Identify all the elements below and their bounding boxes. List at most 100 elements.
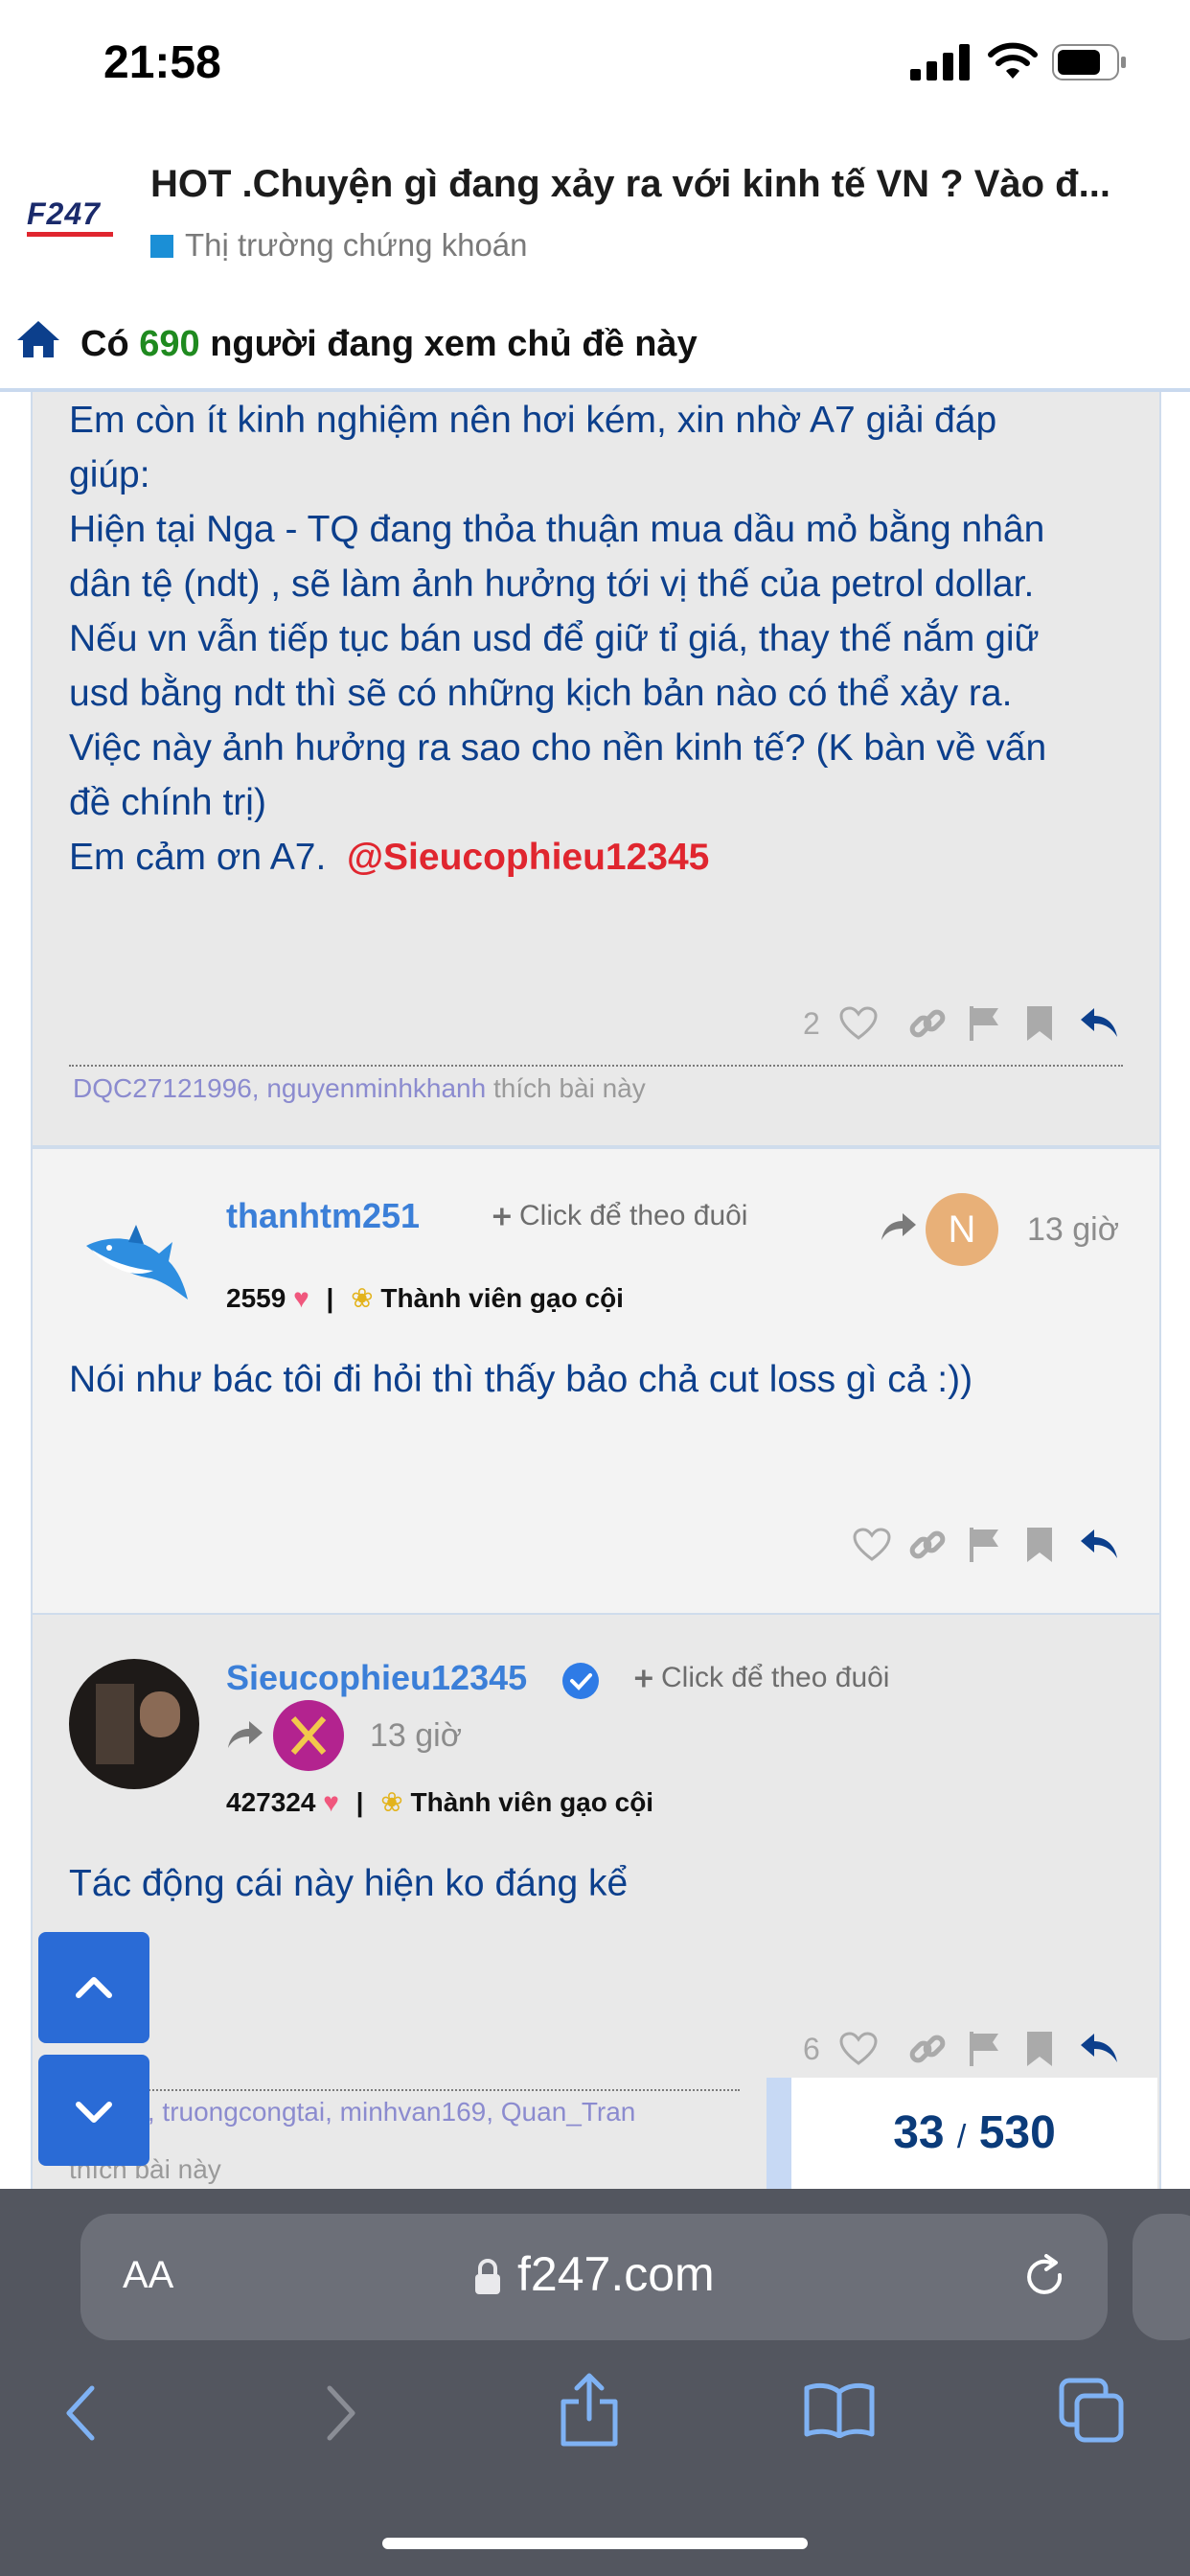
share-arrow-icon — [881, 1213, 916, 1240]
post-1-likers: DQC27121996, nguyenminhkhanh thích bài n… — [73, 1073, 646, 1104]
rank: Thành viên gạo cội — [410, 1787, 654, 1817]
scroll-down-button[interactable] — [38, 2055, 149, 2166]
heart-icon[interactable] — [839, 2032, 878, 2066]
reply-icon[interactable] — [1079, 2032, 1119, 2066]
post-1-line: Em còn ít kinh nghiệm nên hơi kém, xin n… — [69, 400, 997, 441]
book-cover — [96, 1684, 134, 1764]
share-icon[interactable] — [558, 2371, 621, 2448]
post-1-thanks-line: Em cảm ơn A7. @Sieucophieu12345 — [69, 830, 1142, 885]
link-icon[interactable] — [908, 1004, 947, 1043]
post-3-follow[interactable]: ➕︎ Click để theo đuôi — [634, 1662, 889, 1694]
post-3-divider — [69, 2089, 740, 2091]
scroll-up-button[interactable] — [38, 1932, 149, 2043]
category-square-icon — [150, 235, 173, 258]
forward-icon[interactable] — [320, 2384, 362, 2442]
post-1-line: dân tệ (ndt) , sẽ làm ảnh hưởng tới vị t… — [69, 564, 1035, 605]
post-2-body: Nói như bác tôi đi hỏi thì thấy bảo chả … — [69, 1359, 973, 1400]
mention-link[interactable]: @Sieucophieu12345 — [347, 837, 709, 878]
liker-link[interactable]: nguyenminhkhanh — [266, 1073, 486, 1103]
post-3-likers[interactable]: on_78, truongcongtai, minhvan169, Quan_T… — [73, 2097, 744, 2128]
home-icon[interactable] — [15, 319, 61, 359]
chevron-down-icon — [76, 2102, 112, 2123]
post-1-line: usd bằng ndt thì sẽ có những kịch bản nà… — [69, 673, 1013, 714]
post-1-line: Việc này ảnh hưởng ra sao cho nền kinh t… — [69, 727, 1047, 769]
bookmark-icon[interactable] — [1025, 1004, 1054, 1043]
score: 2559 — [226, 1283, 286, 1313]
likers-suffix: thích bài này — [492, 1073, 646, 1103]
current-page: 33 — [893, 2107, 945, 2158]
chevron-up-icon — [76, 1977, 112, 1998]
logo-underline — [27, 232, 113, 237]
post-1-line: giúp: — [69, 454, 150, 495]
next-tab-peek[interactable] — [1133, 2214, 1190, 2340]
flag-icon[interactable] — [968, 1004, 1002, 1043]
post-3-time[interactable]: 13 giờ — [370, 1717, 462, 1755]
site-logo[interactable]: F247 — [27, 196, 123, 237]
viewers-suffix: người đang xem chủ đề này — [210, 324, 698, 364]
post-2-follow[interactable]: ➕︎ Click để theo đuôi — [492, 1200, 747, 1232]
total-pages: 530 — [978, 2107, 1056, 2158]
post-3-body: Tác động cái này hiện ko đáng kể — [69, 1863, 629, 1904]
reply-icon[interactable] — [1079, 1528, 1119, 1562]
post-3-username[interactable]: Sieucophieu12345 — [226, 1658, 527, 1698]
wifi-icon — [988, 42, 1038, 79]
heart-icon[interactable] — [853, 1528, 891, 1562]
cellular-signal-icon — [910, 44, 970, 80]
thanks-text: Em cảm ơn A7. — [69, 837, 327, 878]
heart-icon: ♥ — [323, 1787, 339, 1817]
shark-avatar[interactable] — [80, 1208, 195, 1313]
tabs-icon[interactable] — [1058, 2377, 1125, 2444]
category-label: Thị trường chứng khoán — [185, 227, 528, 263]
flag-icon[interactable] — [968, 2030, 1002, 2068]
flag-icon[interactable] — [968, 1526, 1002, 1564]
battery-icon — [1052, 44, 1126, 80]
link-icon[interactable] — [908, 2030, 947, 2068]
post-1-body: Em còn ít kinh nghiệm nên hơi kém, xin n… — [69, 393, 1142, 885]
post-2-username[interactable]: thanhtm251 — [226, 1196, 420, 1236]
post-1-divider — [69, 1065, 1123, 1067]
viewers-count: 690 — [139, 324, 200, 364]
follow-label: Click để theo đuôi — [661, 1662, 890, 1693]
bookmarks-icon[interactable] — [803, 2380, 876, 2438]
thread-title[interactable]: HOT .Chuyện gì đang xảy ra với kinh tế V… — [150, 163, 1156, 206]
url-text[interactable]: f247.com — [517, 2246, 715, 2302]
bookmark-icon[interactable] — [1025, 2030, 1054, 2068]
score: 427324 — [226, 1787, 316, 1817]
share-arrow-icon — [228, 1721, 263, 1748]
viewers-text: Có 690 người đang xem chủ đề này — [80, 324, 698, 365]
sieucophieu-avatar[interactable] — [69, 1659, 199, 1789]
medal-icon: ❀ — [351, 1283, 374, 1313]
separator: | — [326, 1283, 334, 1313]
reply-to-avatar[interactable]: N — [926, 1193, 998, 1266]
reply-icon[interactable] — [1079, 1006, 1119, 1041]
post-1-line: Hiện tại Nga - TQ đang thỏa thuận mua dầ… — [69, 509, 1045, 550]
add-user-icon: ➕︎ — [492, 1202, 512, 1230]
face-shape — [140, 1691, 180, 1737]
home-indicator — [382, 2538, 808, 2549]
page-counter[interactable]: 33 / 530 — [767, 2078, 1157, 2189]
add-user-icon: ➕︎ — [634, 1664, 653, 1692]
verified-badge-icon — [562, 1663, 599, 1699]
viewers-prefix: Có — [80, 324, 129, 364]
post-1-line: Nếu vn vẫn tiếp tục bán usd để giữ tỉ gi… — [69, 618, 1040, 659]
post-2-time[interactable]: 13 giờ — [1027, 1211, 1119, 1249]
separator: | — [355, 1787, 364, 1817]
like-count: 6 — [803, 2032, 820, 2066]
link-icon[interactable] — [908, 1526, 947, 1564]
medal-icon: ❀ — [380, 1787, 403, 1817]
thread-category[interactable]: Thị trường chứng khoán — [150, 227, 528, 264]
liker-link[interactable]: DQC27121996, — [73, 1073, 260, 1103]
logo-text: F247 — [27, 196, 101, 231]
heart-icon[interactable] — [839, 1006, 878, 1041]
reply-to-avatar-icon[interactable] — [272, 1699, 345, 1772]
like-count: 2 — [803, 1006, 820, 1041]
bookmark-icon[interactable] — [1025, 1526, 1054, 1564]
reader-settings-button[interactable]: AA — [123, 2254, 173, 2297]
follow-label: Click để theo đuôi — [519, 1200, 748, 1231]
post-2-stats: 2559 ♥ | ❀ Thành viên gạo cội — [226, 1282, 624, 1314]
page-separator: / — [956, 2119, 967, 2155]
post-3-stats: 427324 ♥ | ❀ Thành viên gạo cội — [226, 1786, 653, 1818]
heart-icon: ♥ — [293, 1283, 309, 1313]
back-icon[interactable] — [61, 2384, 103, 2442]
reload-icon[interactable] — [1021, 2254, 1069, 2302]
